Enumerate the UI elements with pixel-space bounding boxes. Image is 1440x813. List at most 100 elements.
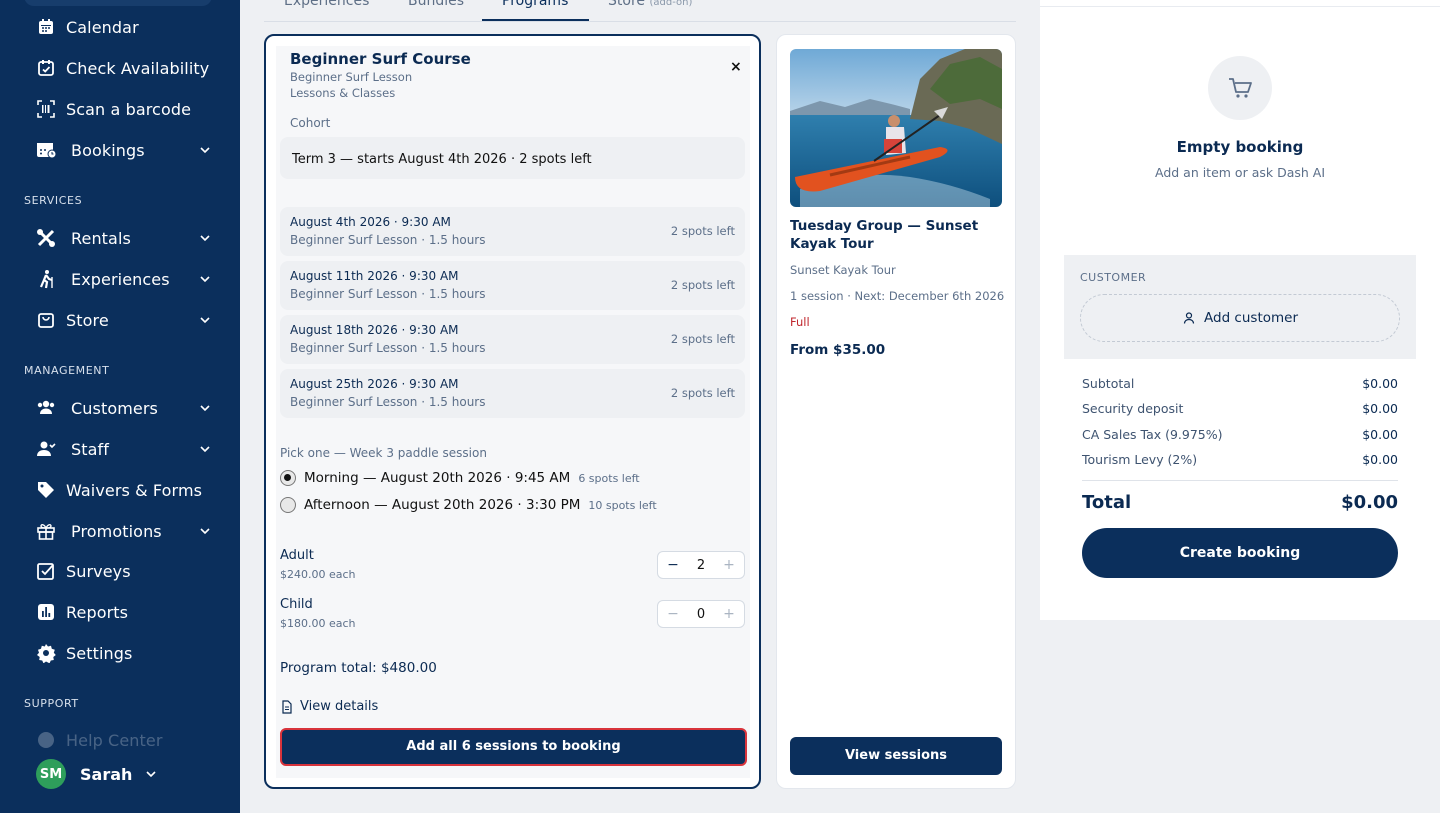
chevron-down-icon[interactable] bbox=[198, 442, 212, 456]
chevron-down-icon[interactable] bbox=[198, 272, 212, 286]
user-menu[interactable]: SM Sarah bbox=[36, 759, 158, 789]
add-customer-button[interactable]: Add customer bbox=[1080, 294, 1400, 342]
chevron-down-icon[interactable] bbox=[198, 143, 212, 157]
tourism-levy-row: Tourism Levy (2%) $0.00 bbox=[1082, 452, 1398, 467]
radio-spots: 6 spots left bbox=[578, 471, 640, 485]
line-amount: $0.00 bbox=[1362, 376, 1398, 391]
sidebar-item-surveys[interactable]: Surveys bbox=[36, 556, 216, 586]
program-subtitle: Beginner Surf Lesson bbox=[290, 70, 413, 84]
total-amount: $0.00 bbox=[1341, 492, 1398, 513]
sidebar-item-scan-barcode[interactable]: Scan a barcode bbox=[36, 94, 216, 124]
chevron-down-icon[interactable] bbox=[198, 231, 212, 245]
sidebar: Calendar Check Availability Scan a barco… bbox=[0, 0, 240, 813]
sidebar-item-check-availability[interactable]: Check Availability bbox=[36, 53, 216, 83]
session-detail: Beginner Surf Lesson · 1.5 hours bbox=[290, 341, 486, 355]
store-icon bbox=[36, 310, 56, 330]
session-date: August 18th 2026 · 9:30 AM bbox=[290, 323, 459, 337]
sidebar-item-label: Experiences bbox=[71, 269, 170, 289]
tab-experiences[interactable]: Experiences bbox=[284, 0, 369, 9]
view-details-link[interactable]: View details bbox=[280, 699, 378, 714]
bookings-icon bbox=[36, 140, 56, 160]
sidebar-item-promotions[interactable]: Promotions bbox=[36, 516, 216, 546]
session-item: August 4th 2026 · 9:30 AM Beginner Surf … bbox=[280, 207, 745, 256]
increment-button[interactable]: + bbox=[722, 606, 736, 622]
chevron-down-icon[interactable] bbox=[198, 313, 212, 327]
customers-icon bbox=[36, 398, 56, 418]
user-name: Sarah bbox=[80, 764, 133, 784]
gift-icon bbox=[36, 521, 56, 541]
user-icon bbox=[1183, 312, 1195, 324]
sidebar-item-label: Check Availability bbox=[66, 58, 210, 78]
avatar: SM bbox=[36, 759, 66, 789]
cart-icon bbox=[1208, 56, 1272, 120]
line-label: CA Sales Tax (9.975%) bbox=[1082, 427, 1223, 442]
line-amount: $0.00 bbox=[1362, 452, 1398, 467]
radio-label: Morning — August 20th 2026 · 9:45 AM bbox=[304, 470, 571, 486]
decrement-button[interactable]: − bbox=[666, 557, 680, 573]
program-card: Beginner Surf Course Beginner Surf Lesso… bbox=[264, 34, 761, 789]
line-label: Subtotal bbox=[1082, 376, 1135, 391]
increment-button[interactable]: + bbox=[722, 557, 736, 573]
radio-label: Afternoon — August 20th 2026 · 3:30 PM bbox=[304, 497, 581, 513]
sidebar-item-label: Surveys bbox=[66, 561, 131, 581]
chevron-down-icon[interactable] bbox=[198, 524, 212, 538]
sidebar-item-help-center[interactable]: Help Center bbox=[36, 725, 216, 755]
close-icon[interactable]: × bbox=[730, 60, 744, 74]
sidebar-item-settings[interactable]: Settings bbox=[36, 638, 216, 668]
sidebar-item-staff[interactable]: Staff bbox=[36, 434, 216, 464]
session-item: August 25th 2026 · 9:30 AM Beginner Surf… bbox=[280, 369, 745, 418]
tab-store[interactable]: Store (add-on) bbox=[608, 0, 692, 9]
tab-programs[interactable]: Programs bbox=[502, 0, 568, 9]
create-booking-button[interactable]: Create booking bbox=[1082, 528, 1398, 578]
line-amount: $0.00 bbox=[1362, 427, 1398, 442]
cohort-label: Cohort bbox=[290, 116, 331, 130]
radio-button-selected[interactable] bbox=[280, 470, 296, 486]
line-amount: $0.00 bbox=[1362, 401, 1398, 416]
tour-title: Tuesday Group — Sunset Kayak Tour bbox=[790, 218, 979, 252]
sidebar-item-store[interactable]: Store bbox=[36, 305, 216, 335]
decrement-button[interactable]: − bbox=[666, 606, 680, 622]
radio-button[interactable] bbox=[280, 497, 296, 513]
ticket-price-adult: $240.00 each bbox=[280, 568, 356, 581]
tab-bundles[interactable]: Bundles bbox=[408, 0, 464, 9]
sidebar-item-reports[interactable]: Reports bbox=[36, 597, 216, 627]
sidebar-item-label: Help Center bbox=[66, 730, 163, 750]
sidebar-item-calendar[interactable]: Calendar bbox=[36, 12, 216, 42]
session-spots: 2 spots left bbox=[670, 386, 735, 400]
sidebar-item-customers[interactable]: Customers bbox=[36, 393, 216, 423]
session-detail: Beginner Surf Lesson · 1.5 hours bbox=[290, 233, 486, 247]
security-deposit-row: Security deposit $0.00 bbox=[1082, 401, 1398, 416]
add-sessions-button[interactable]: Add all 6 sessions to booking bbox=[280, 728, 747, 766]
chevron-down-icon[interactable] bbox=[144, 767, 158, 781]
rentals-icon bbox=[36, 228, 56, 248]
chevron-down-icon[interactable] bbox=[198, 401, 212, 415]
sidebar-top-item[interactable] bbox=[24, 0, 212, 6]
program-card-body: Beginner Surf Course Beginner Surf Lesso… bbox=[276, 46, 750, 778]
tab-store-label: Store bbox=[608, 0, 646, 9]
sidebar-item-waivers-forms[interactable]: Waivers & Forms bbox=[36, 475, 216, 505]
line-label: Security deposit bbox=[1082, 401, 1184, 416]
sidebar-item-bookings[interactable]: Bookings bbox=[36, 135, 216, 165]
radio-option-afternoon[interactable]: Afternoon — August 20th 2026 · 3:30 PM 1… bbox=[280, 497, 657, 513]
view-sessions-button[interactable]: View sessions bbox=[790, 737, 1002, 775]
sidebar-item-label: Rentals bbox=[71, 228, 131, 248]
adult-quantity-value[interactable]: 2 bbox=[692, 558, 710, 573]
sidebar-item-label: Bookings bbox=[71, 140, 145, 160]
total-row: Total $0.00 bbox=[1082, 492, 1398, 513]
divider bbox=[1082, 480, 1398, 481]
program-title: Beginner Surf Course bbox=[290, 50, 471, 68]
divider bbox=[1040, 6, 1440, 7]
tour-card[interactable]: Tuesday Group — Sunset Kayak Tour Sunset… bbox=[776, 34, 1016, 789]
help-icon bbox=[36, 730, 56, 750]
session-detail: Beginner Surf Lesson · 1.5 hours bbox=[290, 287, 486, 301]
sidebar-item-experiences[interactable]: Experiences bbox=[36, 264, 216, 294]
hiking-icon bbox=[36, 269, 56, 289]
ticket-name-child: Child bbox=[280, 597, 313, 612]
session-item: August 11th 2026 · 9:30 AM Beginner Surf… bbox=[280, 261, 745, 310]
customer-label: CUSTOMER bbox=[1080, 271, 1147, 284]
sidebar-item-rentals[interactable]: Rentals bbox=[36, 223, 216, 253]
child-quantity-value[interactable]: 0 bbox=[692, 607, 710, 622]
radio-option-morning[interactable]: Morning — August 20th 2026 · 9:45 AM 6 s… bbox=[280, 470, 640, 486]
session-spots: 2 spots left bbox=[670, 278, 735, 292]
cohort-select[interactable]: Term 3 — starts August 4th 2026 · 2 spot… bbox=[280, 137, 745, 179]
